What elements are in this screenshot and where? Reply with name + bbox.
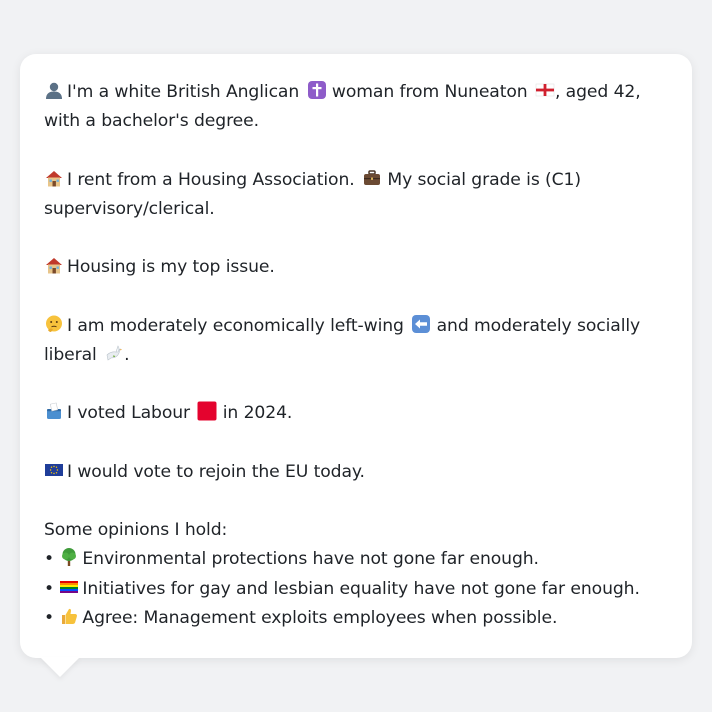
top-issue-line: Housing is my top issue. xyxy=(44,253,668,282)
thinking-face-icon xyxy=(44,314,64,334)
left-arrow-icon xyxy=(411,314,431,334)
opinions-list: • Environmental protections have not gon… xyxy=(44,545,668,633)
identity-line: I'm a white British Anglican woman from … xyxy=(44,80,641,132)
eu-flag-icon xyxy=(44,460,64,480)
bubble-tail xyxy=(40,657,80,677)
persona-message-bubble: I'm a white British Anglican woman from … xyxy=(20,54,692,658)
ballot-box-icon xyxy=(44,401,64,421)
opinions-heading: Some opinions I hold: xyxy=(44,519,228,540)
briefcase-icon xyxy=(362,168,382,188)
dove-icon xyxy=(104,343,124,363)
opinion-item: • Environmental protections have not gon… xyxy=(44,547,539,570)
deciduous-tree-icon xyxy=(59,547,79,567)
vote-line: I voted Labour in 2024. xyxy=(44,399,668,428)
rainbow-flag-icon xyxy=(59,577,79,597)
housing-line: I rent from a Housing Association. My so… xyxy=(44,168,581,219)
thumbs-up-icon xyxy=(59,606,79,626)
house-icon xyxy=(44,255,64,275)
red-square-icon xyxy=(197,401,217,421)
person-silhouette-icon xyxy=(44,80,64,100)
eu-line: I would vote to rejoin the EU today. xyxy=(44,458,668,487)
latin-cross-icon xyxy=(307,80,327,100)
ideology-line: I am moderately economically left-wing a… xyxy=(44,314,641,365)
opinion-item: • Agree: Management exploits employees w… xyxy=(44,606,558,628)
england-flag-icon xyxy=(535,80,555,100)
house-icon xyxy=(44,168,64,188)
opinion-item: • Initiatives for gay and lesbian equali… xyxy=(44,577,640,599)
